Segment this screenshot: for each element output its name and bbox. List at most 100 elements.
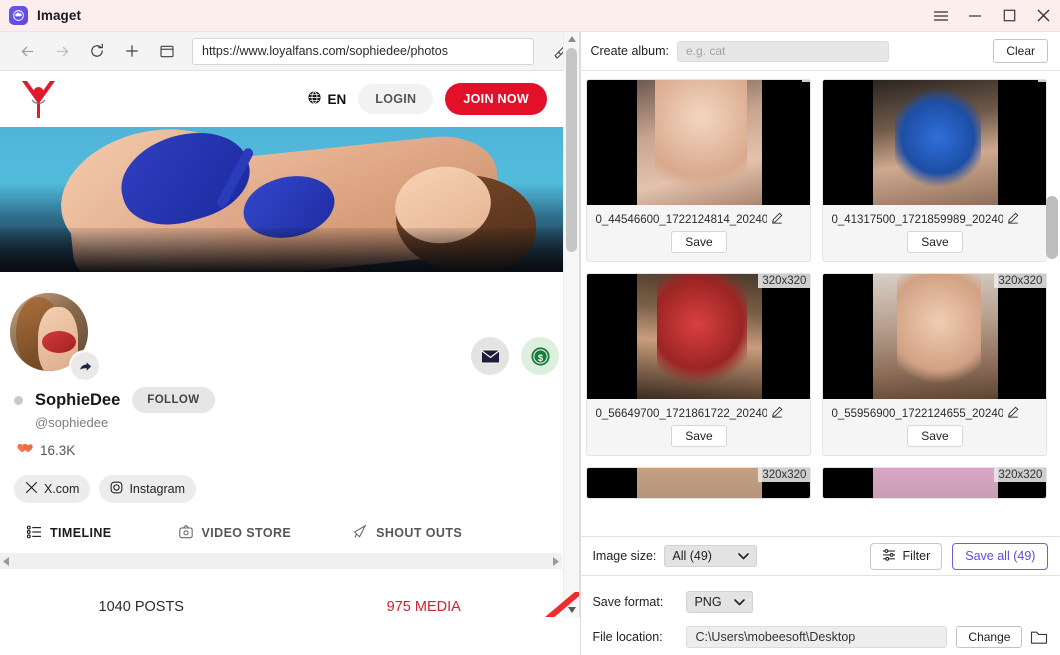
forward-arrow-icon[interactable] [47,36,77,66]
site-header: EN LOGIN JOIN NOW [0,71,565,127]
edit-pencil-icon[interactable] [1007,212,1019,227]
globe-icon [307,90,322,108]
profile-name-row: SophieDee FOLLOW [14,387,566,413]
thumbnail-image[interactable] [587,80,811,205]
thumbnail-filename-row[interactable]: 0_56649700_1721861722_2024072‹ [587,399,810,425]
panel-vertical-scrollbar[interactable] [1046,76,1058,531]
image-size-select[interactable]: All (49) [664,545,758,567]
profile-handle: @sophiedee [35,415,109,430]
follow-button[interactable]: FOLLOW [132,387,215,413]
save-format-value: PNG [694,595,722,609]
thumbnail-filename: 0_41317500_1721859989_2024072‹ [831,213,1004,226]
thumbnail-image[interactable]: 320x320 [823,274,1047,399]
edit-pencil-icon[interactable] [1007,406,1019,421]
social-link-instagram[interactable]: Instagram [99,475,197,503]
scroll-up-arrow-icon[interactable] [564,32,579,46]
close-icon[interactable] [1026,0,1060,31]
filter-button[interactable]: Filter [870,542,943,570]
maximize-icon[interactable] [992,0,1026,31]
new-tab-plus-icon[interactable] [117,36,147,66]
social-link-instagram-label: Instagram [129,482,186,496]
hamburger-menu-icon[interactable] [924,0,958,31]
save-button[interactable]: Save [671,231,727,253]
image-size-badge: 320x320 [994,468,1047,482]
profile-display-name: SophieDee [35,390,121,409]
tab-timeline[interactable]: TIMELINE [26,525,112,542]
app-title: Imaget [37,8,82,23]
social-link-x[interactable]: X.com [14,475,91,503]
login-button[interactable]: LOGIN [358,84,434,114]
image-size-badge [802,80,811,82]
envelope-icon[interactable] [471,337,510,375]
scroll-left-arrow-icon [3,556,9,566]
thumbnail-card[interactable]: 320x320 0_55956900_1722124655_2024072· S… [822,273,1048,456]
save-button[interactable]: Save [907,425,963,447]
pane-divider [580,31,581,655]
tab-timeline-label: TIMELINE [50,526,112,540]
posts-media-tabs: 1040 POSTS 975 MEDIA [0,584,565,617]
thumbnail-card[interactable]: 0_44546600_1722124814_2024072{ Save [586,79,812,262]
share-arrow-icon[interactable] [71,352,99,380]
create-album-label: Create album: [590,44,669,58]
social-links: X.com Instagram [14,475,566,503]
file-location-input[interactable]: C:\Users\mobeesoft\Desktop [686,626,948,648]
file-location-row: File location: C:\Users\mobeesoft\Deskto… [592,626,1048,648]
megaphone-icon [351,524,368,542]
tab-shout-outs[interactable]: SHOUT OUTS [351,524,462,542]
save-format-row: Save format: PNG [592,591,1048,613]
save-format-label: Save format: [592,595,664,609]
tab-posts[interactable]: 1040 POSTS [0,584,283,617]
filter-label: Filter [902,549,931,563]
reload-icon[interactable] [82,36,112,66]
join-now-button[interactable]: JOIN NOW [445,83,547,115]
thumbnail-image[interactable] [823,80,1047,205]
red-pointer-arrow-icon [545,592,580,617]
save-all-button[interactable]: Save all (49) [952,542,1049,570]
thumbnail-filename-row[interactable]: 0_55956900_1722124655_2024072· [823,399,1046,425]
site-header-actions: EN LOGIN JOIN NOW [307,83,547,115]
scrollbar-thumb[interactable] [1046,196,1058,259]
edit-pencil-icon[interactable] [771,212,783,227]
folder-icon[interactable] [1030,630,1048,645]
thumbnail-filename-row[interactable]: 0_41317500_1721859989_2024072‹ [823,205,1046,231]
profile-action-icons: $ [471,337,560,375]
thumbnail-card[interactable]: 320x320 0_56649700_1721861722_2024072‹ S… [586,273,812,456]
language-selector[interactable]: EN [307,90,346,108]
thumbnail-card[interactable]: 0_41317500_1721859989_2024072‹ Save [822,79,1048,262]
avatar[interactable] [7,290,99,380]
change-location-button[interactable]: Change [956,626,1023,648]
horizontal-scrollbar[interactable] [0,553,562,569]
create-album-placeholder: e.g. cat [685,44,726,58]
thumbnail-filename-row[interactable]: 0_44546600_1722124814_2024072{ [587,205,810,231]
window-tabs-icon[interactable] [152,36,182,66]
browser-pane: https://www.loyalfans.com/sophiedee/phot… [0,32,581,617]
save-button[interactable]: Save [907,231,963,253]
save-button[interactable]: Save [671,425,727,447]
site-tabs: TIMELINE VIDEO STORE SHOUT OUTS [0,524,579,542]
clear-button[interactable]: Clear [993,39,1048,63]
tab-media[interactable]: 975 MEDIA [283,584,566,617]
dollar-coin-icon[interactable]: $ [521,337,560,375]
tab-video-store[interactable]: VIDEO STORE [178,524,292,542]
thumbnail-card[interactable]: 320x320 [822,467,1048,499]
thumbnail-image[interactable]: 320x320 [823,468,1047,498]
create-album-input[interactable]: e.g. cat [676,40,889,62]
thumbnail-image[interactable]: 320x320 [587,274,811,399]
thumbnail-grid: 0_44546600_1722124814_2024072{ Save 0_41… [580,71,1060,536]
window-controls [924,0,1060,31]
url-text: https://www.loyalfans.com/sophiedee/phot… [202,44,448,58]
likes-row: 16.3K [15,442,566,459]
image-size-value: All (49) [672,549,712,563]
thumbnail-image[interactable]: 320x320 [587,468,811,498]
profile-banner-image [0,127,565,272]
page-vertical-scrollbar[interactable] [563,32,580,617]
back-arrow-icon[interactable] [12,36,42,66]
address-bar[interactable]: https://www.loyalfans.com/sophiedee/phot… [192,37,534,65]
minimize-icon[interactable] [958,0,992,31]
save-format-select[interactable]: PNG [686,591,754,613]
edit-pencil-icon[interactable] [771,406,783,421]
sliders-filter-icon [882,548,896,564]
thumbnail-card[interactable]: 320x320 [586,467,812,499]
scroll-right-arrow-icon [553,556,559,566]
scrollbar-thumb[interactable] [566,48,578,252]
